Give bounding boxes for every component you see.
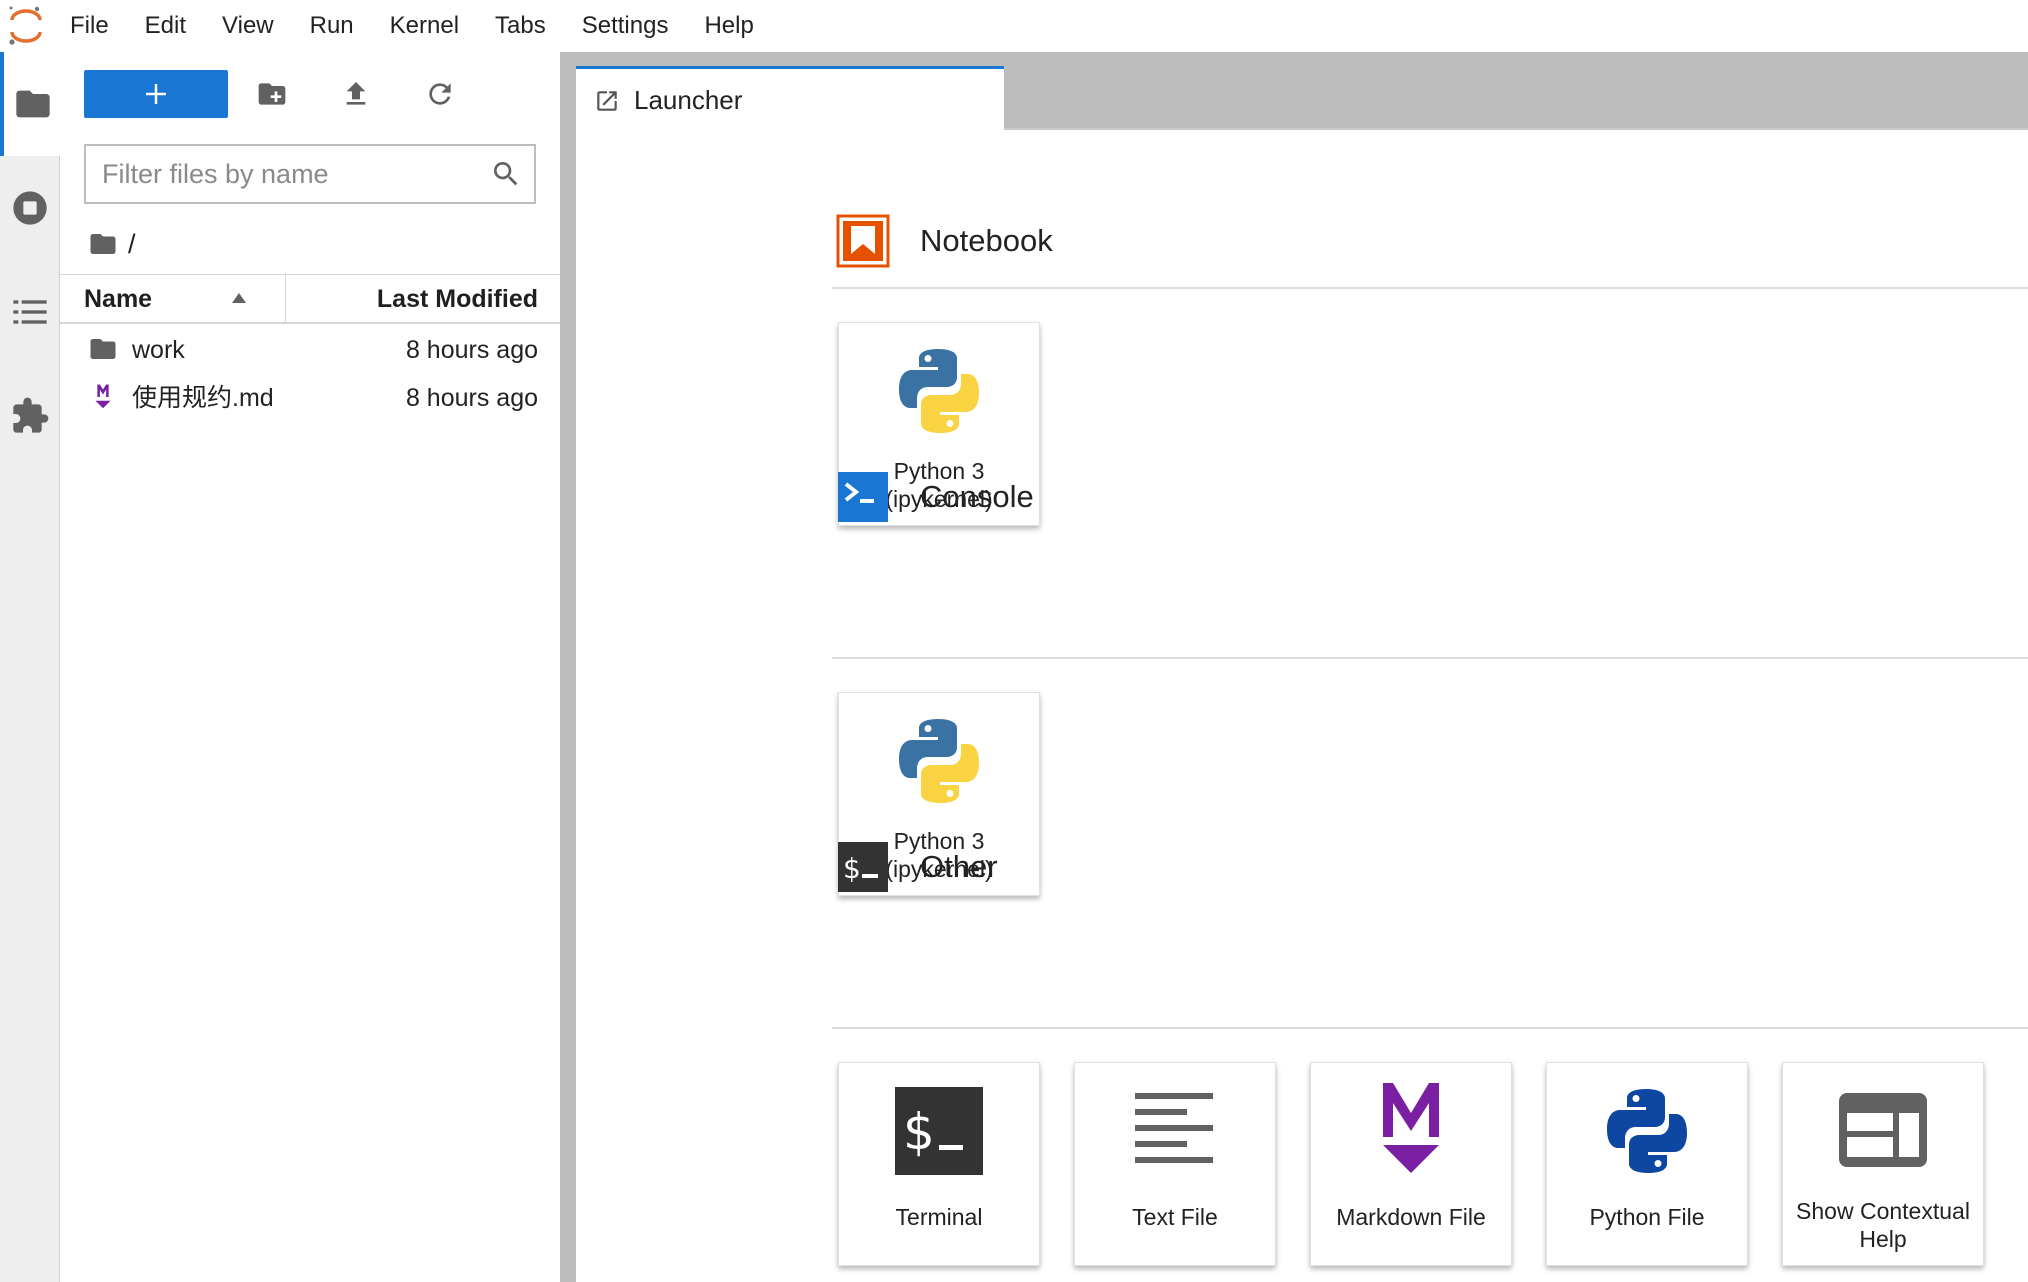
refresh-icon xyxy=(429,83,451,105)
launcher-card-contextual-help[interactable]: Show Contextual Help xyxy=(1782,1062,1984,1266)
menu-file[interactable]: File xyxy=(52,0,127,52)
plus-icon xyxy=(146,84,166,104)
breadcrumb: / xyxy=(88,224,136,264)
column-header-last-modified[interactable]: Last Modified xyxy=(377,275,538,323)
panel-splitter[interactable] xyxy=(560,52,576,1282)
section-divider xyxy=(832,657,2028,659)
markdown-icon xyxy=(1383,1083,1439,1173)
section-notebook: Notebook xyxy=(836,212,2028,270)
python-logo-icon xyxy=(899,349,979,433)
python-logo-icon xyxy=(899,719,979,803)
menu-kernel[interactable]: Kernel xyxy=(372,0,477,52)
console-icon xyxy=(838,472,888,522)
column-name-label: Name xyxy=(84,285,153,313)
menu-edit[interactable]: Edit xyxy=(127,0,204,52)
launcher-card-python-file[interactable]: Python File xyxy=(1546,1062,1748,1266)
jupyter-logo-icon xyxy=(0,0,52,52)
svg-text:$: $ xyxy=(843,852,861,885)
upload-icon xyxy=(346,82,366,105)
menu-help[interactable]: Help xyxy=(686,0,771,52)
filter-files-input[interactable] xyxy=(102,146,482,202)
section-other: $ Other xyxy=(836,838,2028,896)
file-row[interactable]: work 8 hours ago xyxy=(60,326,560,374)
section-title: Console xyxy=(920,479,1034,514)
section-title: Notebook xyxy=(920,223,1053,258)
card-label-line1: Terminal xyxy=(895,1204,983,1230)
menu-view[interactable]: View xyxy=(204,0,292,52)
upload-button[interactable] xyxy=(336,74,376,114)
table-of-contents-tab[interactable] xyxy=(0,260,60,364)
breadcrumb-root[interactable]: / xyxy=(128,229,136,260)
section-divider xyxy=(832,287,2028,289)
column-header-name[interactable]: Name xyxy=(60,275,286,323)
launcher-icon xyxy=(597,90,617,111)
python-file-icon xyxy=(1607,1089,1687,1173)
launcher-panel: Notebook Python 3 (ipykernel) Console Py… xyxy=(576,132,2028,1282)
activity-bar xyxy=(0,52,61,1282)
launcher-card-terminal[interactable]: $ Terminal xyxy=(838,1062,1040,1266)
puzzle-icon xyxy=(13,397,49,433)
tab-label: Launcher xyxy=(634,85,743,115)
file-browser-tab[interactable] xyxy=(0,52,61,156)
file-browser-toolbar xyxy=(60,52,560,134)
list-icon xyxy=(13,300,47,324)
card-label-line1: Python File xyxy=(1589,1204,1705,1230)
file-modified: 8 hours ago xyxy=(405,336,538,364)
launcher-card-text-file[interactable]: Text File xyxy=(1074,1062,1276,1266)
folder-icon xyxy=(90,339,116,359)
terminal-icon: $ xyxy=(895,1087,983,1175)
new-launcher-button[interactable] xyxy=(84,70,228,118)
menu-run[interactable]: Run xyxy=(292,0,372,52)
new-folder-button[interactable] xyxy=(252,74,292,114)
card-label-line2: Help xyxy=(1859,1226,1907,1252)
folder-icon xyxy=(15,90,50,118)
file-modified: 8 hours ago xyxy=(405,384,538,412)
section-console: Console xyxy=(836,468,2028,526)
stop-circle-icon xyxy=(13,191,47,225)
file-name: work xyxy=(132,336,185,364)
extension-manager-tab[interactable] xyxy=(0,364,60,468)
file-name: 使用规约.md xyxy=(132,384,274,412)
section-title: Other xyxy=(920,849,998,884)
notebook-icon xyxy=(836,214,890,268)
text-file-icon xyxy=(1135,1093,1213,1163)
launcher-card-markdown-file[interactable]: Markdown File xyxy=(1310,1062,1512,1266)
running-sessions-tab[interactable] xyxy=(0,156,60,260)
card-label-line1: Text File xyxy=(1132,1204,1218,1230)
sort-ascending-icon xyxy=(232,293,246,303)
file-row[interactable]: 使用规约.md 8 hours ago xyxy=(60,374,560,422)
new-folder-icon xyxy=(258,83,286,105)
file-listing-header: Name Last Modified xyxy=(60,274,560,324)
menu-settings[interactable]: Settings xyxy=(564,0,687,52)
filter-box xyxy=(84,144,536,204)
section-divider xyxy=(832,1027,2028,1029)
main-tab-bar: Launcher xyxy=(576,52,2028,132)
card-label-line1: Markdown File xyxy=(1336,1204,1486,1230)
svg-text:$: $ xyxy=(903,1103,935,1161)
file-browser-panel: / Name Last Modified work 8 hours ago 使用… xyxy=(60,52,560,1282)
terminal-icon: $ xyxy=(838,842,888,892)
folder-icon[interactable] xyxy=(88,229,118,259)
card-label-line1: Show Contextual xyxy=(1796,1198,1970,1224)
refresh-button[interactable] xyxy=(420,74,460,114)
markdown-file-icon xyxy=(95,384,111,409)
menu-tabs[interactable]: Tabs xyxy=(477,0,564,52)
contextual-help-icon xyxy=(1839,1093,1927,1167)
menu-bar: File Edit View Run Kernel Tabs Settings … xyxy=(0,0,2028,52)
tab-launcher[interactable]: Launcher xyxy=(576,66,1004,132)
search-icon xyxy=(494,162,518,186)
